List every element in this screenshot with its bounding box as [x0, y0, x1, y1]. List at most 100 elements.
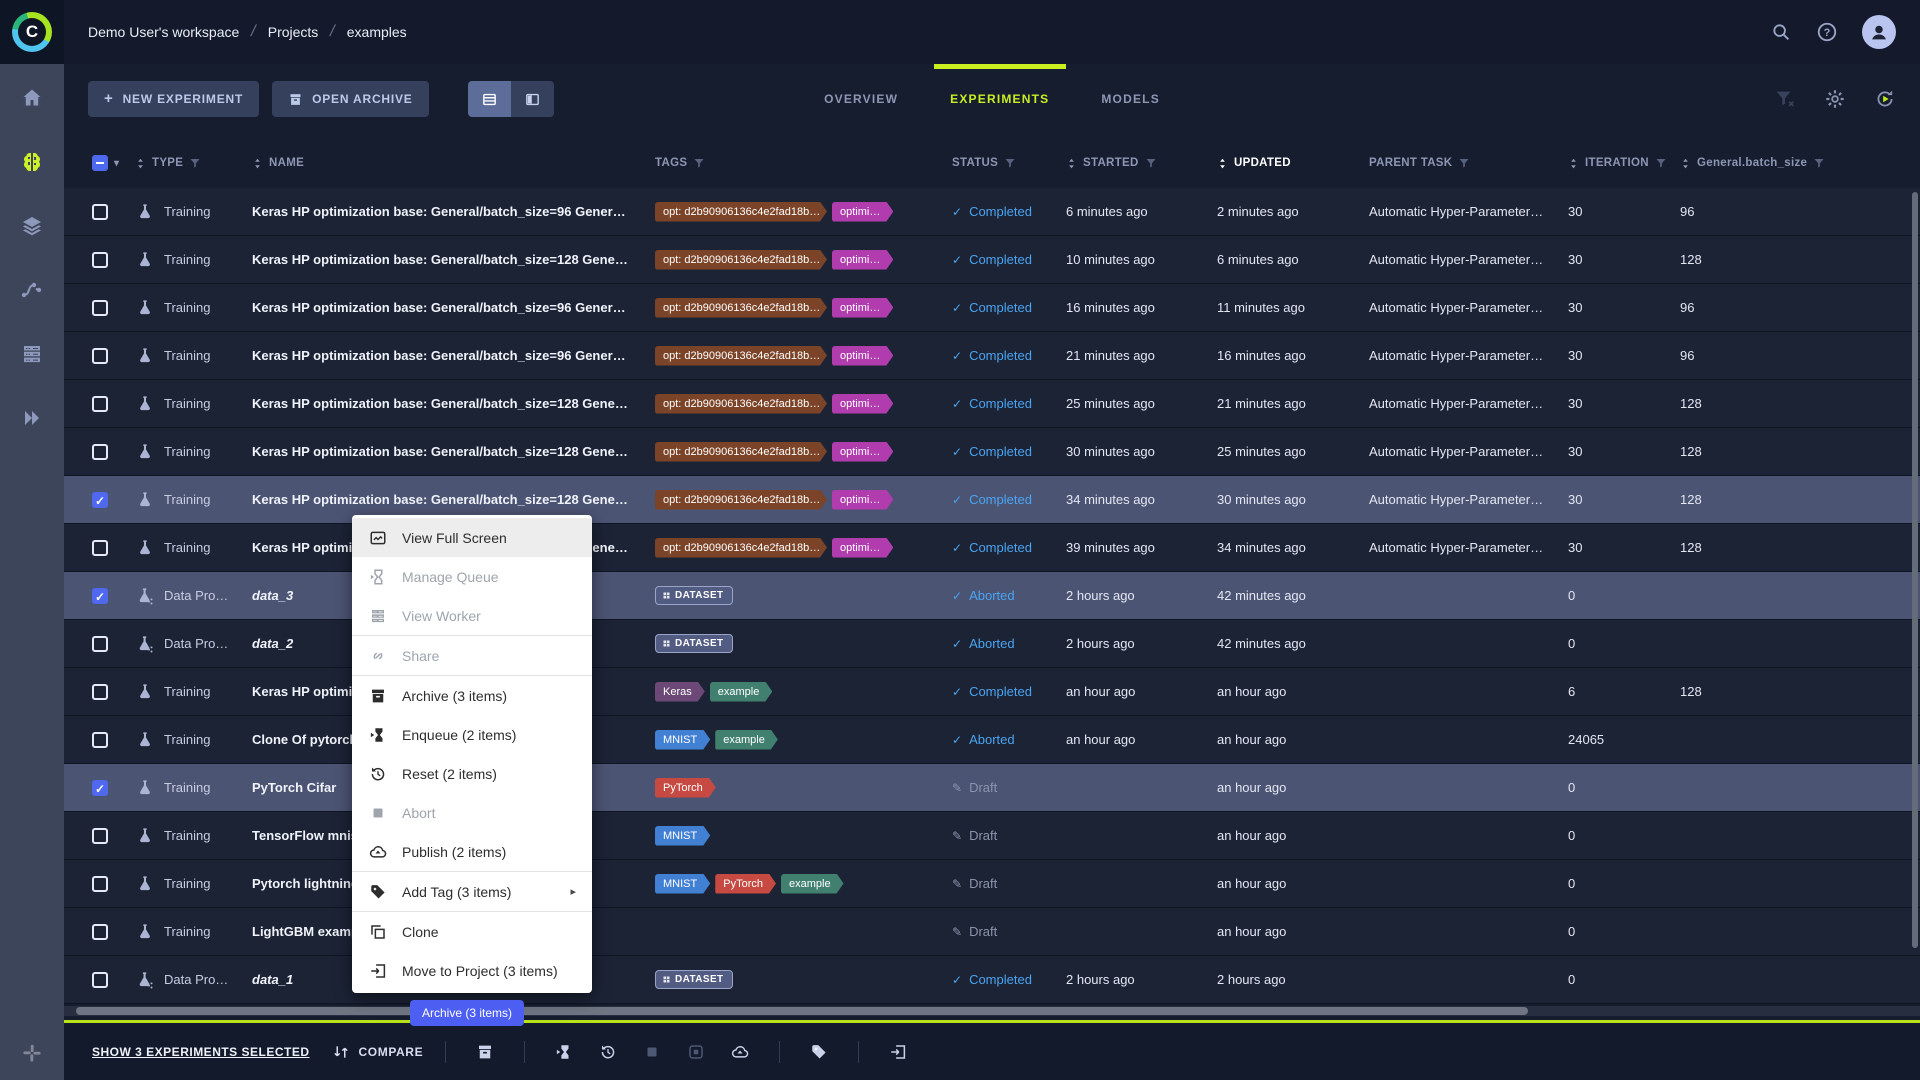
filter-icon[interactable]	[1004, 157, 1016, 169]
row-checkbox[interactable]	[92, 347, 108, 364]
table-row[interactable]: Data Pro… data_2 DATASET ✓ Aborted 2 hours ag…	[64, 620, 1920, 668]
row-checkbox[interactable]	[92, 299, 108, 316]
row-checkbox[interactable]	[92, 923, 108, 940]
row-checkbox[interactable]	[92, 539, 108, 556]
column-header-started[interactable]: STARTED	[1066, 157, 1217, 169]
column-header-parent-task[interactable]: PARENT TASK	[1369, 157, 1568, 169]
table-row[interactable]: Training TensorFlow mnist MNIST ✎ Draft an ho…	[64, 812, 1920, 860]
breadcrumb-item[interactable]: Demo User's workspace	[88, 24, 239, 40]
menu-item-archive-3-items[interactable]: Archive (3 items)	[352, 676, 592, 715]
user-avatar[interactable]	[1862, 15, 1896, 49]
compare-button[interactable]: COMPARE	[332, 1043, 424, 1061]
menu-item-clone[interactable]: Clone	[352, 912, 592, 951]
menu-item-move-to-project-3-items[interactable]: Move to Project (3 items)	[352, 951, 592, 990]
sort-icon[interactable]	[1066, 158, 1077, 169]
row-checkbox[interactable]	[92, 443, 108, 460]
tab-experiments[interactable]: EXPERIMENTS	[950, 64, 1049, 134]
filter-icon[interactable]	[693, 157, 705, 169]
filter-icon[interactable]	[1813, 157, 1825, 169]
help-icon[interactable]: ?	[1816, 21, 1838, 43]
tab-overview[interactable]: OVERVIEW	[824, 64, 898, 134]
open-archive-button[interactable]: OPEN ARCHIVE	[272, 81, 429, 117]
clearml-logo[interactable]: C	[0, 0, 64, 64]
footer-enqueue-button[interactable]	[547, 1035, 581, 1069]
row-checkbox[interactable]	[92, 203, 108, 220]
table-row[interactable]: ✓ Training PyTorch Cifar PyTorch ✎ Draft an ho…	[64, 764, 1920, 812]
row-checkbox[interactable]	[92, 875, 108, 892]
table-row[interactable]: ✓ Training Keras HP optimization base: Gen…	[64, 476, 1920, 524]
sidebar-item-workers-icon[interactable]	[20, 342, 44, 366]
footer-reset-button[interactable]	[591, 1035, 625, 1069]
row-checkbox[interactable]	[92, 827, 108, 844]
community-icon[interactable]	[0, 1042, 64, 1064]
footer-move-button[interactable]	[881, 1035, 915, 1069]
footer-publish-button[interactable]	[723, 1035, 757, 1069]
table-row[interactable]: TrainingKeras HP optimization base: Gene…	[64, 428, 1920, 476]
table-row[interactable]: Training LightGBM example ✎ Draft an hour ag…	[64, 908, 1920, 956]
column-header-tags[interactable]: TAGS	[655, 157, 952, 169]
menu-item-add-tag-3-items[interactable]: Add Tag (3 items) ▸	[352, 872, 592, 911]
table-row[interactable]: Training Clone Of pytorch MNIST example ✓ Abo…	[64, 716, 1920, 764]
table-row[interactable]: TrainingKeras HP optimization base: Gene…	[64, 236, 1920, 284]
new-experiment-button[interactable]: + NEW EXPERIMENT	[88, 81, 260, 117]
menu-item-reset-2-items[interactable]: Reset (2 items)	[352, 754, 592, 793]
select-all-checkbox[interactable]	[92, 155, 108, 171]
row-checkbox[interactable]: ✓	[92, 587, 108, 604]
sidebar-item-pipeline-icon[interactable]	[20, 278, 44, 302]
sidebar-item-layers-icon[interactable]	[20, 214, 44, 238]
sort-icon[interactable]	[252, 158, 263, 169]
table-row[interactable]: TrainingKeras HP optimization base: Gene…	[64, 284, 1920, 332]
filter-icon[interactable]	[1145, 157, 1157, 169]
table-row[interactable]: Training Pytorch lightning example MNIST Py…	[64, 860, 1920, 908]
table-row[interactable]: TrainingKeras HP optimization base: Gene…	[64, 332, 1920, 380]
horizontal-scrollbar-thumb[interactable]	[76, 1007, 1528, 1015]
column-header-iteration[interactable]: ITERATION	[1568, 157, 1680, 169]
table-view-toggle[interactable]	[467, 81, 511, 117]
table-row[interactable]: TrainingKeras HP optimization base: Gene…	[64, 380, 1920, 428]
table-row[interactable]: Training Keras HP optimization base Keras e…	[64, 668, 1920, 716]
menu-item-view-full-screen[interactable]: View Full Screen	[352, 518, 592, 557]
filter-icon[interactable]	[1458, 157, 1470, 169]
tab-models[interactable]: MODELS	[1101, 64, 1160, 134]
footer-archive-button[interactable]	[468, 1035, 502, 1069]
menu-item-enqueue-2-items[interactable]: Enqueue (2 items)	[352, 715, 592, 754]
sidebar-item-home-icon[interactable]	[20, 86, 44, 110]
sidebar-item-apps-icon[interactable]	[20, 406, 44, 430]
show-selected-link[interactable]: SHOW 3 EXPERIMENTS SELECTED	[92, 1045, 310, 1059]
row-checkbox[interactable]	[92, 635, 108, 652]
row-checkbox[interactable]	[92, 971, 108, 988]
breadcrumb-item[interactable]: examples	[347, 24, 407, 40]
filter-icon[interactable]	[189, 157, 201, 169]
sort-icon[interactable]	[135, 158, 146, 169]
table-row[interactable]: Data Pro… data_1 DATASET ✓ Completed 2 hours …	[64, 956, 1920, 1004]
vertical-scrollbar[interactable]	[1912, 192, 1918, 948]
sidebar-item-brain-icon[interactable]	[20, 150, 44, 174]
search-icon[interactable]	[1770, 21, 1792, 43]
split-view-toggle[interactable]	[510, 81, 554, 117]
horizontal-scrollbar[interactable]	[64, 1006, 1920, 1016]
auto-refresh-icon[interactable]	[1874, 88, 1896, 110]
column-header-name[interactable]: NAME	[252, 157, 655, 169]
sort-icon[interactable]	[1217, 158, 1228, 169]
footer-tag-button[interactable]	[802, 1035, 836, 1069]
row-checkbox[interactable]	[92, 683, 108, 700]
row-checkbox[interactable]: ✓	[92, 491, 108, 508]
column-header-updated[interactable]: UPDATED	[1217, 157, 1369, 169]
menu-item-publish-2-items[interactable]: Publish (2 items)	[352, 832, 592, 871]
table-row[interactable]: TrainingKeras HP optimization base: Gene…	[64, 188, 1920, 236]
row-checkbox[interactable]	[92, 395, 108, 412]
column-header-general-batch-size[interactable]: General.batch_size	[1680, 157, 1850, 169]
breadcrumb-item[interactable]: Projects	[268, 24, 319, 40]
table-row[interactable]: ✓ Data Pro… data_3 DATASET ✓ Aborted 2 hours a…	[64, 572, 1920, 620]
gear-icon[interactable]	[1824, 88, 1846, 110]
filter-icon[interactable]	[1655, 157, 1667, 169]
row-checkbox[interactable]	[92, 251, 108, 268]
row-checkbox[interactable]	[92, 731, 108, 748]
sort-icon[interactable]	[1680, 158, 1691, 169]
chevron-down-icon[interactable]: ▾	[114, 158, 119, 169]
sort-icon[interactable]	[1568, 158, 1579, 169]
column-header-status[interactable]: STATUS	[952, 157, 1066, 169]
row-checkbox[interactable]: ✓	[92, 779, 108, 796]
filter-clear-icon[interactable]	[1774, 88, 1796, 110]
table-row[interactable]: TrainingKeras HP optimization base: Gene…	[64, 524, 1920, 572]
